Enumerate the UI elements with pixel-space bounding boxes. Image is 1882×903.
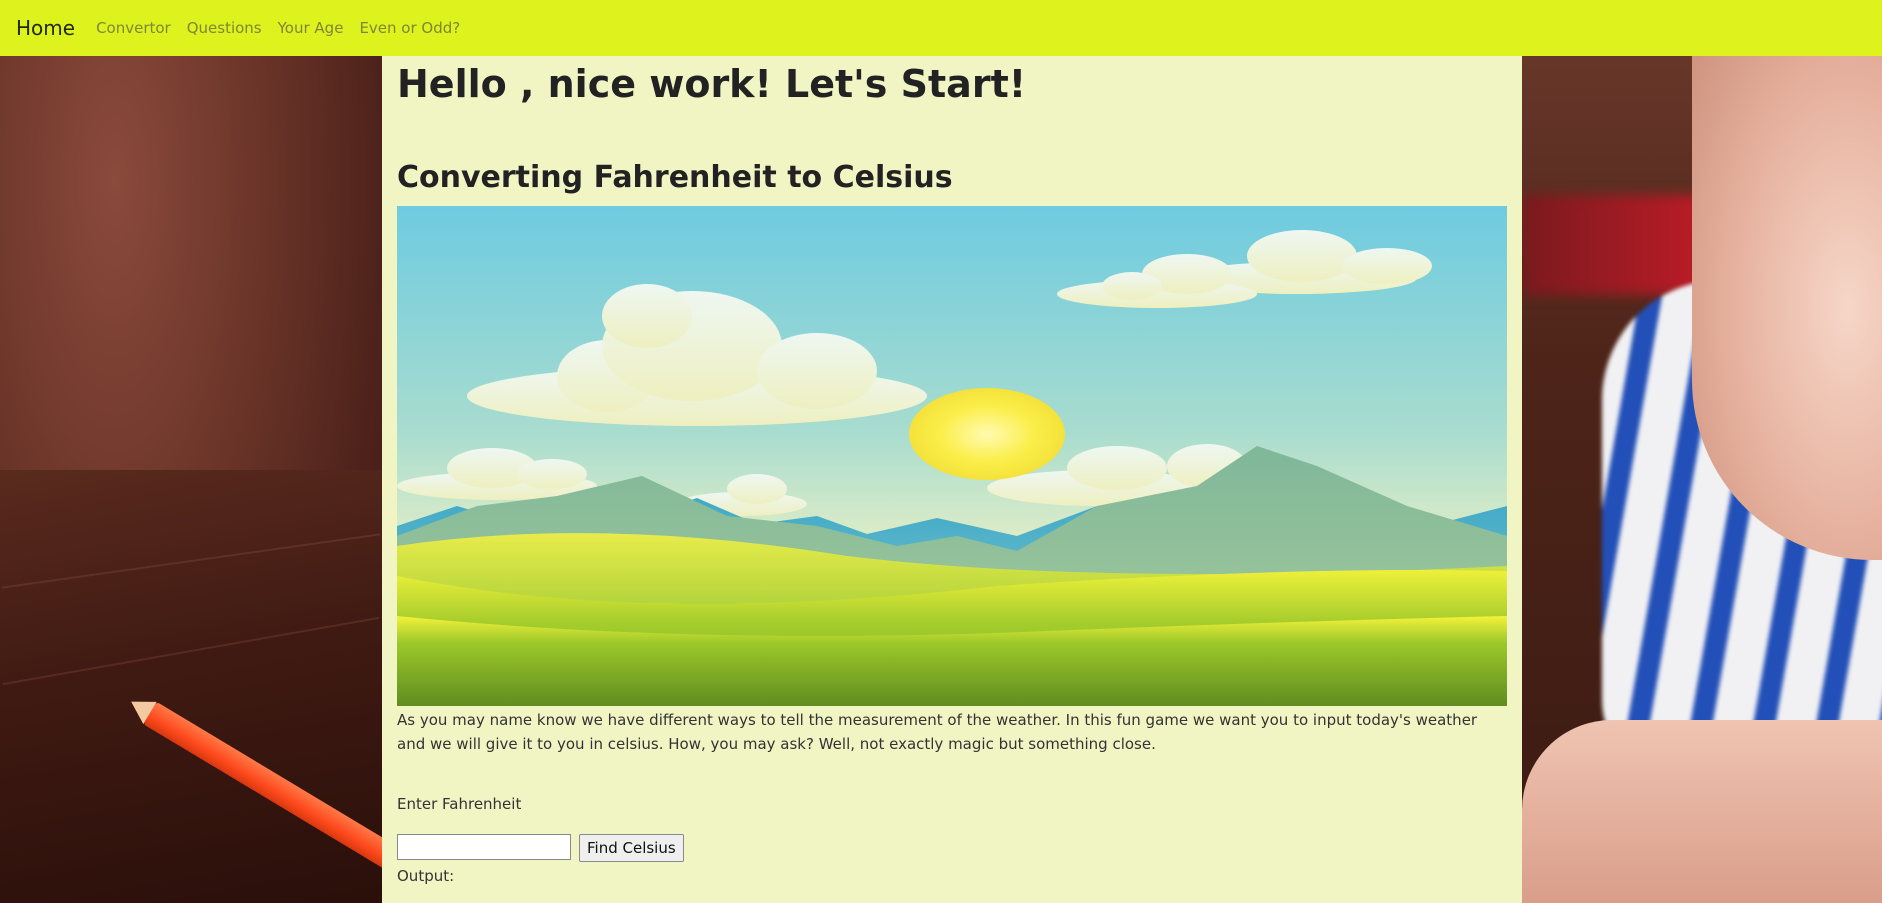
- fahrenheit-label: Enter Fahrenheit: [397, 795, 522, 813]
- main-container: Hello , nice work! Let's Start! Converti…: [382, 56, 1522, 903]
- nav-link-convertor[interactable]: Convertor: [96, 19, 171, 37]
- description-text: As you may name know we have different w…: [397, 711, 1478, 753]
- top-navbar: Home Convertor Questions Your Age Even o…: [0, 0, 1882, 56]
- nav-link-questions[interactable]: Questions: [187, 19, 262, 37]
- nav-link-your-age[interactable]: Your Age: [278, 19, 344, 37]
- cloud-graphic: [467, 284, 927, 426]
- background-right-child: [1522, 0, 1882, 903]
- fahrenheit-input[interactable]: [397, 834, 571, 860]
- section-title: Converting Fahrenheit to Celsius: [397, 160, 953, 195]
- landscape-image: [397, 206, 1507, 706]
- nav-links: Convertor Questions Your Age Even or Odd…: [88, 19, 468, 37]
- sun-graphic: [909, 388, 1065, 480]
- nav-link-even-or-odd[interactable]: Even or Odd?: [359, 19, 460, 37]
- page-title: Hello , nice work! Let's Start!: [397, 62, 1027, 106]
- nav-home-link[interactable]: Home: [16, 16, 75, 40]
- output-label: Output:: [397, 867, 455, 885]
- background-left-table: [0, 0, 406, 903]
- find-celsius-button[interactable]: Find Celsius: [579, 834, 684, 862]
